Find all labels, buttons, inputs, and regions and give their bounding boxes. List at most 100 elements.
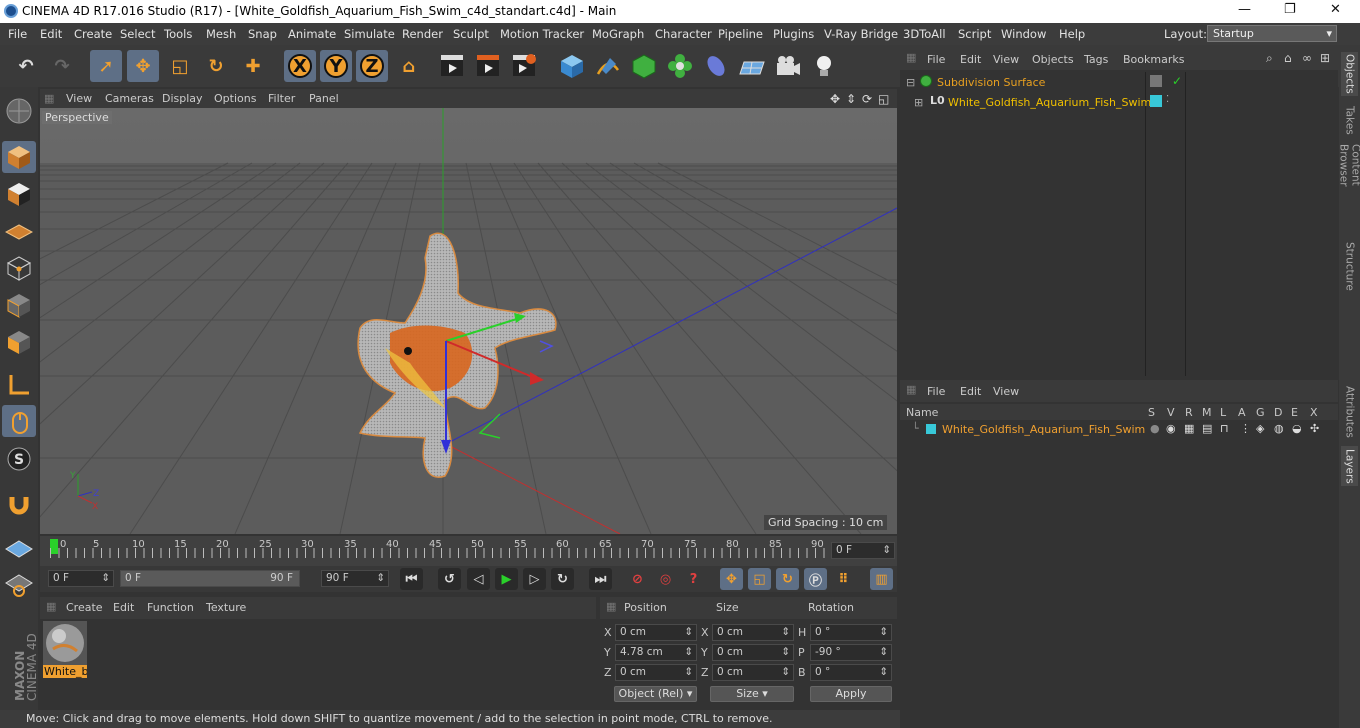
record-key-button[interactable]: ⊘	[626, 568, 649, 590]
layer-menu-file[interactable]: File	[927, 385, 945, 398]
viewport-menu-panel[interactable]: Panel	[309, 92, 339, 105]
viewport-maximize-icon[interactable]: ◱	[878, 92, 889, 106]
viewport-menu-display[interactable]: Display	[162, 92, 203, 105]
locked-workplane-button[interactable]	[2, 569, 36, 601]
render-clapper-icon[interactable]: ▦	[1184, 422, 1194, 435]
rot-h-field[interactable]: 0 ° ⇕	[810, 624, 892, 641]
object-row-goldfish[interactable]: ⊞ L0 White_Goldfish_Aquarium_Fish_Swim ⁚	[900, 94, 1338, 112]
col-xref[interactable]: X	[1310, 406, 1318, 419]
material-swatch[interactable]: White_b	[43, 621, 87, 679]
magnet-button[interactable]	[2, 487, 36, 519]
eye-icon[interactable]: ◉	[1166, 422, 1176, 435]
new-window-icon[interactable]: ⊞	[1320, 51, 1330, 65]
make-editable-button[interactable]	[2, 95, 36, 127]
axis-mode-button[interactable]	[2, 369, 36, 401]
layer-menu-view[interactable]: View	[993, 385, 1019, 398]
points-mode-button[interactable]	[2, 252, 36, 284]
object-menu-tags[interactable]: Tags	[1084, 53, 1108, 66]
3d-viewport[interactable]: Y Z X Perspective Grid Spacing : 10 cm	[40, 108, 897, 534]
size-y-field[interactable]: 0 cm ⇕	[712, 644, 794, 661]
keyframe-selection-button[interactable]: ?	[682, 568, 705, 590]
previous-key-button[interactable]: ↺	[438, 568, 461, 590]
menu-window[interactable]: Window	[1001, 27, 1046, 41]
move-tool-button[interactable]: ✥	[127, 50, 159, 82]
expand-icon[interactable]: ⊞	[914, 96, 923, 109]
key-scale-button[interactable]: ◱	[748, 568, 771, 590]
menu-snap[interactable]: Snap	[248, 27, 277, 41]
expression-icon[interactable]: ◒	[1292, 422, 1302, 435]
menu-select[interactable]: Select	[120, 27, 155, 41]
floor-button[interactable]	[736, 50, 768, 82]
object-menu-objects[interactable]: Objects	[1032, 53, 1074, 66]
pos-x-field[interactable]: 0 cm ⇕	[615, 624, 697, 641]
layout-select[interactable]: Startup ▾	[1207, 25, 1337, 42]
start-frame-field[interactable]: 0 F ⇕	[48, 570, 114, 587]
menu-mograph[interactable]: MoGraph	[592, 27, 644, 41]
autokey-button[interactable]: ◎	[654, 568, 677, 590]
animation-icon[interactable]: ⋮	[1240, 422, 1251, 435]
x-axis-button[interactable]: X	[284, 50, 316, 82]
previous-frame-button[interactable]: ◁	[467, 568, 490, 590]
world-coords-button[interactable]: ⌂	[393, 50, 425, 82]
workplane-grid-button[interactable]	[2, 533, 36, 565]
col-deformers[interactable]: D	[1274, 406, 1282, 419]
link-icon[interactable]: ∞	[1302, 51, 1312, 65]
model-mode-button[interactable]	[2, 141, 36, 173]
menu-render[interactable]: Render	[402, 27, 443, 41]
tab-structure[interactable]: Structure	[1341, 238, 1358, 294]
size-mode-select[interactable]: Size ▾	[710, 686, 794, 702]
minimize-button[interactable]: —	[1238, 2, 1251, 17]
render-view-button[interactable]	[436, 50, 468, 82]
key-parameter-button[interactable]: Ⓟ	[804, 568, 827, 590]
next-key-button[interactable]: ↻	[551, 568, 574, 590]
pos-z-field[interactable]: 0 cm ⇕	[615, 664, 697, 681]
menu-script[interactable]: Script	[958, 27, 991, 41]
col-generators[interactable]: G	[1256, 406, 1265, 419]
scale-tool-button[interactable]: ◱	[164, 50, 196, 82]
key-rotation-button[interactable]: ↻	[776, 568, 799, 590]
texture-mode-button[interactable]	[2, 178, 36, 210]
material-menu-function[interactable]: Function	[147, 601, 194, 614]
col-view[interactable]: V	[1167, 406, 1175, 419]
menu-tools[interactable]: Tools	[164, 27, 192, 41]
select-tool-button[interactable]: ➚	[90, 50, 122, 82]
next-frame-button[interactable]: ▷	[523, 568, 546, 590]
timeline-window-button[interactable]: ▥	[870, 568, 893, 590]
home-icon[interactable]: ⌂	[1284, 51, 1292, 65]
object-menu-bookmarks[interactable]: Bookmarks	[1123, 53, 1184, 66]
layer-color-swatch[interactable]	[926, 424, 936, 434]
viewport-menu-cameras[interactable]: Cameras	[105, 92, 154, 105]
collapse-icon[interactable]: ⊟	[906, 76, 915, 89]
go-to-end-button[interactable]: ⏭	[589, 568, 612, 590]
search-icon[interactable]: ⌕	[1266, 51, 1273, 66]
col-solo[interactable]: S	[1148, 406, 1155, 419]
material-menu-create[interactable]: Create	[66, 601, 103, 614]
object-menu-view[interactable]: View	[993, 53, 1019, 66]
tab-takes[interactable]: Takes	[1341, 102, 1358, 138]
frame-range-slider[interactable]: 0 F 90 F	[120, 570, 300, 587]
current-frame-field[interactable]: 0 F ⇕	[831, 542, 895, 559]
size-z-field[interactable]: 0 cm ⇕	[712, 664, 794, 681]
menu-motion-tracker[interactable]: Motion Tracker	[500, 27, 584, 41]
menu-simulate[interactable]: Simulate	[344, 27, 395, 41]
col-animation[interactable]: A	[1238, 406, 1246, 419]
material-menu-edit[interactable]: Edit	[113, 601, 134, 614]
menu-plugins[interactable]: Plugins	[773, 27, 814, 41]
menu-animate[interactable]: Animate	[288, 27, 336, 41]
tweak-mode-button[interactable]	[2, 405, 36, 437]
menu-vray-bridge[interactable]: V-Ray Bridge	[824, 27, 898, 41]
undo-button[interactable]: ↶	[10, 50, 42, 82]
col-expressions[interactable]: E	[1291, 406, 1298, 419]
col-locked[interactable]: L	[1220, 406, 1226, 419]
add-tool-button[interactable]: ✚	[237, 50, 269, 82]
xref-icon[interactable]: ✣	[1310, 422, 1319, 435]
edges-mode-button[interactable]	[2, 289, 36, 321]
menu-file[interactable]: File	[8, 27, 27, 41]
apply-button[interactable]: Apply	[810, 686, 892, 702]
col-manager[interactable]: M	[1202, 406, 1212, 419]
object-menu-edit[interactable]: Edit	[960, 53, 981, 66]
subdivision-button[interactable]	[628, 50, 660, 82]
menu-character[interactable]: Character	[655, 27, 712, 41]
menu-help[interactable]: Help	[1059, 27, 1085, 41]
manager-icon[interactable]: ▤	[1202, 422, 1212, 435]
